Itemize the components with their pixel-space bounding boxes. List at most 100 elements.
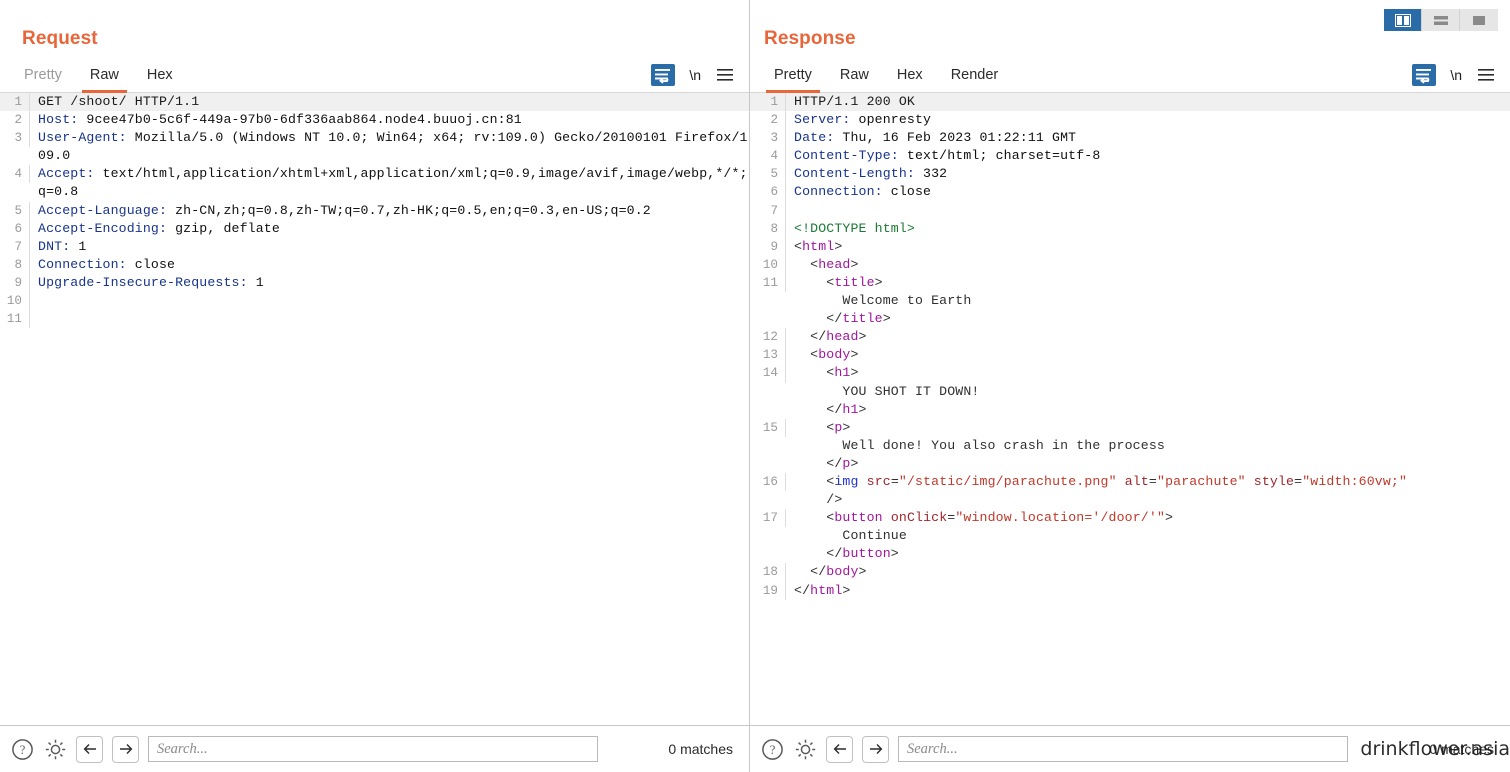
word-wrap-icon[interactable]	[651, 64, 676, 86]
line-text: <!DOCTYPE html>	[794, 220, 915, 236]
line-number: 5	[0, 201, 30, 220]
gear-icon[interactable]	[43, 737, 67, 761]
line-number: 1	[750, 93, 786, 112]
newline-toggle-icon[interactable]: \n	[689, 67, 701, 83]
line-number: 17	[750, 509, 786, 528]
line-number: 8	[0, 255, 30, 274]
line-text: </html>	[794, 582, 851, 598]
code-line: 7 DNT: 1	[0, 237, 749, 256]
code-line: 4 Accept: text/html,application/xhtml+xml…	[0, 165, 749, 201]
match-count-label: 0 matches	[1429, 741, 1494, 757]
line-number: 3	[0, 129, 30, 148]
word-wrap-icon[interactable]	[1412, 64, 1437, 86]
code-line: 11 <title> Welcome to Earth </title>	[750, 273, 1510, 328]
line-number: 11	[0, 310, 30, 329]
code-line: 4 Content-Type: text/html; charset=utf-8	[750, 147, 1510, 166]
response-tab-tools: \n	[1412, 64, 1510, 92]
search-input[interactable]: Search...	[148, 736, 598, 762]
line-text: </body>	[794, 564, 867, 580]
request-panel: Request Pretty Raw Hex \n 1 GET /shoot/ …	[0, 0, 750, 772]
help-icon[interactable]: ?	[760, 737, 784, 761]
code-line: 9 <html>	[750, 237, 1510, 256]
line-text	[30, 292, 749, 310]
code-line: 18 </body>	[750, 563, 1510, 582]
tab-response-pretty[interactable]: Pretty	[760, 63, 826, 93]
hamburger-menu-icon[interactable]	[1476, 66, 1496, 84]
line-text: <title> Welcome to Earth </title>	[794, 274, 972, 327]
line-text	[786, 202, 1510, 220]
line-text: User-Agent: Mozilla/5.0 (Windows NT 10.0…	[38, 130, 748, 164]
line-number: 3	[750, 129, 786, 148]
newline-toggle-icon[interactable]: \n	[1450, 67, 1462, 83]
line-text: Accept: text/html,application/xhtml+xml,…	[38, 166, 748, 200]
tab-response-raw[interactable]: Raw	[826, 63, 883, 92]
line-number: 11	[750, 273, 786, 293]
view-mode-stacked-button[interactable]	[1422, 9, 1460, 31]
response-code-area[interactable]: 1 HTTP/1.1 200 OK 2 Server: openresty 3 Date:…	[750, 93, 1510, 725]
code-line: 12 </head>	[750, 328, 1510, 347]
line-number: 5	[750, 165, 786, 184]
line-text: Accept-Language: zh-CN,zh;q=0.8,zh-TW;q=…	[38, 202, 651, 218]
line-number: 14	[750, 364, 786, 383]
view-mode-single-button[interactable]	[1460, 9, 1498, 31]
arrow-right-icon[interactable]	[112, 735, 139, 763]
line-number: 7	[0, 237, 30, 256]
code-line: 8 Connection: close	[0, 255, 749, 274]
request-code: 1 GET /shoot/ HTTP/1.1 2 Host: 9cee47b0-5c6…	[0, 93, 749, 329]
line-text: </head>	[794, 329, 867, 345]
request-bottom-toolbar: ? Search... 0 matches	[0, 725, 749, 772]
line-text: HTTP/1.1 200 OK	[794, 94, 915, 109]
http-message-viewer: Request Pretty Raw Hex \n 1 GET /shoot/ …	[0, 0, 1510, 772]
code-line: 15 <p> Well done! You also crash in the …	[750, 418, 1510, 473]
line-number: 12	[750, 328, 786, 347]
line-text: <h1> YOU SHOT IT DOWN! </h1>	[794, 365, 980, 417]
view-mode-side-by-side-button[interactable]	[1384, 9, 1422, 31]
code-line: 17 <button onClick="window.location='/do…	[750, 509, 1510, 563]
line-text: Content-Length: 332	[794, 166, 948, 182]
request-title: Request	[22, 28, 98, 49]
code-line: 10 <head>	[750, 255, 1510, 274]
code-line: 2 Host: 9cee47b0-5c6f-449a-97b0-6df336aab…	[0, 111, 749, 130]
tab-request-hex[interactable]: Hex	[133, 63, 187, 92]
code-line: 3 Date: Thu, 16 Feb 2023 01:22:11 GMT	[750, 129, 1510, 148]
line-text: Upgrade-Insecure-Requests: 1	[38, 274, 264, 290]
line-text: <head>	[794, 256, 859, 272]
arrow-left-icon[interactable]	[826, 735, 853, 763]
code-line: 6 Connection: close	[750, 183, 1510, 202]
arrow-left-icon[interactable]	[76, 735, 103, 763]
line-text: Connection: close	[794, 184, 932, 200]
line-number: 2	[0, 111, 30, 130]
line-number: 4	[0, 165, 30, 184]
search-input[interactable]: Search...	[898, 736, 1348, 762]
arrow-right-icon[interactable]	[862, 735, 889, 763]
gear-icon[interactable]	[793, 737, 817, 761]
line-number: 10	[750, 255, 786, 274]
tab-request-pretty[interactable]: Pretty	[10, 63, 76, 92]
code-line: 5 Accept-Language: zh-CN,zh;q=0.8,zh-TW;q…	[0, 201, 749, 220]
line-number: 2	[750, 111, 786, 130]
match-count-label: 0 matches	[668, 741, 733, 757]
tab-response-hex[interactable]: Hex	[883, 63, 937, 92]
request-code-area[interactable]: 1 GET /shoot/ HTTP/1.1 2 Host: 9cee47b0-5c6…	[0, 93, 749, 725]
line-text: Server: openresty	[794, 112, 932, 128]
code-line: 8 <!DOCTYPE html>	[750, 219, 1510, 238]
line-number: 9	[750, 237, 786, 256]
hamburger-menu-icon[interactable]	[715, 66, 735, 84]
tab-request-raw[interactable]: Raw	[76, 63, 133, 93]
code-line: 19 </html>	[750, 581, 1510, 600]
line-number: 9	[0, 273, 30, 293]
code-line: 14 <h1> YOU SHOT IT DOWN! </h1>	[750, 364, 1510, 418]
line-number: 1	[0, 93, 30, 112]
line-text: DNT: 1	[38, 238, 87, 254]
help-icon[interactable]: ?	[10, 737, 34, 761]
view-mode-switch[interactable]	[1384, 9, 1498, 31]
line-number: 6	[750, 183, 786, 202]
code-line: 13 <body>	[750, 346, 1510, 365]
tab-response-render[interactable]: Render	[937, 63, 1013, 92]
response-tabbar: Pretty Raw Hex Render \n	[750, 58, 1510, 93]
line-text: Accept-Encoding: gzip, deflate	[38, 220, 280, 236]
line-text: Date: Thu, 16 Feb 2023 01:22:11 GMT	[794, 130, 1077, 146]
line-text: Host: 9cee47b0-5c6f-449a-97b0-6df336aab8…	[38, 112, 522, 128]
code-line: 1 GET /shoot/ HTTP/1.1	[0, 93, 749, 112]
line-number: 4	[750, 147, 786, 166]
